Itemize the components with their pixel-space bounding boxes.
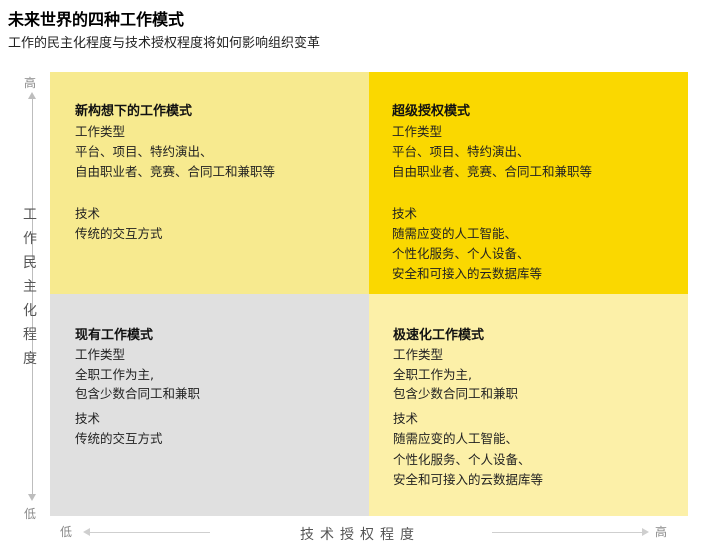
work-type-label: 工作类型 [392,124,443,139]
x-axis-line-right [492,532,642,533]
quadrant-bottom-left: 现有工作模式 工作类型 全职工作为主, 包含少数合同工和兼职 技术 传统的交互方… [50,294,369,516]
tech-line: 安全和可接入的云数据库等 [393,472,544,487]
work-type-label: 工作类型 [75,124,126,139]
tech-line: 传统的交互方式 [75,226,163,241]
work-type-line: 全职工作为主, [393,367,472,382]
tech-line: 安全和可接入的云数据库等 [392,266,543,281]
quadrant-title: 极速化工作模式 [393,328,485,343]
work-type-line: 包含少数合同工和兼职 [75,386,201,401]
work-type-line: 包含少数合同工和兼职 [393,386,519,401]
y-axis-high-label: 高 [24,76,37,90]
x-axis-arrow-right-icon [642,528,649,536]
tech-label: 技术 [75,206,101,221]
quadrant-title: 现有工作模式 [75,328,154,343]
tech-label: 技术 [75,411,101,426]
work-type-line: 平台、项目、特约演出、 [75,144,213,159]
work-type-line: 自由职业者、竞赛、合同工和兼职等 [75,164,276,179]
tech-line: 传统的交互方式 [75,431,163,446]
x-axis-line-left [90,532,210,533]
x-axis-low-label: 低 [60,525,73,539]
y-axis-title: 工作民主化程度 [23,207,37,367]
page-title: 未来世界的四种工作模式 [8,10,185,29]
tech-label: 技术 [393,411,419,426]
quadrant-top-right: 超级授权模式 工作类型 平台、项目、特约演出、 自由职业者、竞赛、合同工和兼职等… [369,72,688,294]
quadrant-title: 新构想下的工作模式 [75,104,193,119]
x-axis-title: 技术授权程度 [300,527,420,543]
quadrant-top-left: 新构想下的工作模式 工作类型 平台、项目、特约演出、 自由职业者、竞赛、合同工和… [50,72,369,294]
tech-line: 个性化服务、个人设备、 [392,246,530,261]
work-type-label: 工作类型 [75,347,126,362]
work-type-line: 全职工作为主, [75,367,154,382]
y-axis-arrow-down-icon [28,494,36,501]
work-type-label: 工作类型 [393,347,444,362]
work-type-line: 平台、项目、特约演出、 [392,144,530,159]
tech-label: 技术 [392,206,418,221]
page-subtitle: 工作的民主化程度与技术授权程度将如何影响组织变革 [8,36,321,51]
tech-line: 随需应变的人工智能、 [393,431,519,446]
quadrant-title: 超级授权模式 [392,104,471,119]
x-axis-arrow-left-icon [83,528,90,536]
quadrant-bottom-right: 极速化工作模式 工作类型 全职工作为主, 包含少数合同工和兼职 技术 随需应变的… [369,294,688,516]
y-axis-low-label: 低 [24,507,37,521]
tech-line: 随需应变的人工智能、 [392,226,518,241]
tech-line: 个性化服务、个人设备、 [393,452,531,467]
work-type-line: 自由职业者、竞赛、合同工和兼职等 [392,164,593,179]
x-axis-high-label: 高 [655,525,668,539]
